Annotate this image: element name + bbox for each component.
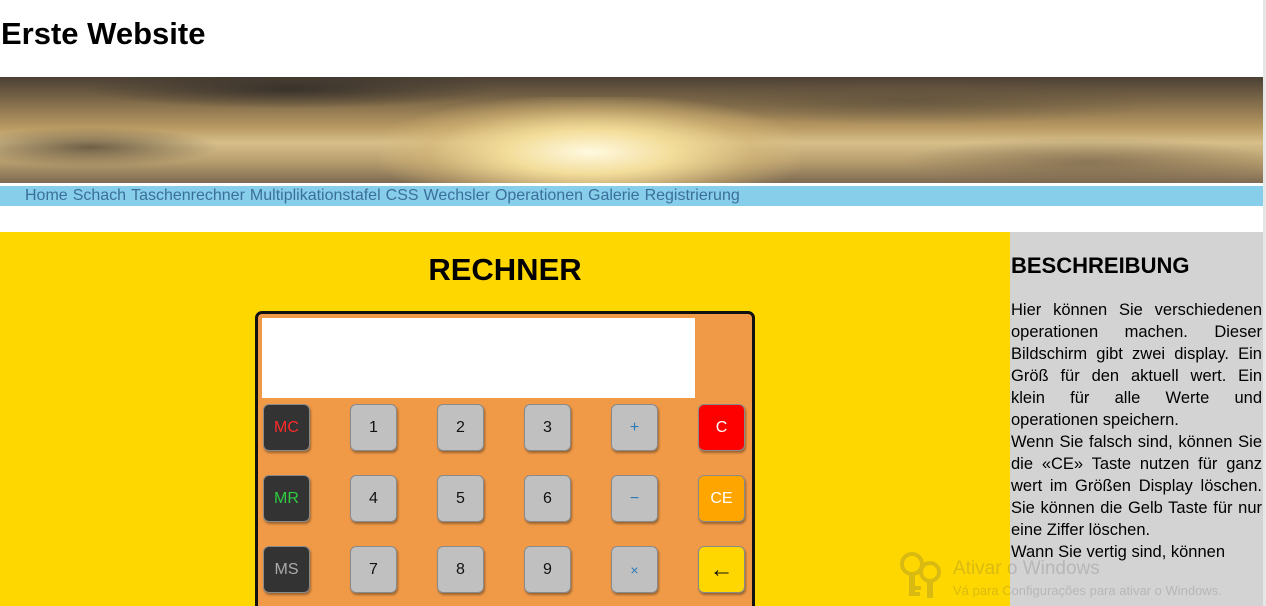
nav-link-multiplikationstafel[interactable]: Multiplikationstafel bbox=[250, 187, 381, 205]
nav-link-galerie[interactable]: Galerie bbox=[588, 187, 640, 205]
site-title: Erste Website bbox=[1, 16, 206, 51]
main-nav: Home Schach Taschenrechner Multiplikatio… bbox=[0, 186, 1263, 206]
clear-entry-button[interactable]: CE bbox=[698, 475, 745, 522]
digit-4-button[interactable]: 4 bbox=[350, 475, 397, 522]
digit-6-button[interactable]: 6 bbox=[524, 475, 571, 522]
nav-link-registrierung[interactable]: Registrierung bbox=[645, 187, 740, 205]
calculator-display[interactable] bbox=[262, 318, 695, 398]
digit-3-button[interactable]: 3 bbox=[524, 404, 571, 451]
nav-link-css[interactable]: CSS bbox=[386, 187, 419, 205]
minus-button[interactable]: − bbox=[611, 475, 658, 522]
memory-recall-button[interactable]: MR bbox=[263, 475, 310, 522]
digit-5-button[interactable]: 5 bbox=[437, 475, 484, 522]
description-paragraph-2: Wenn Sie falsch sind, können Sie die «CE… bbox=[1011, 433, 1262, 539]
clear-button[interactable]: C bbox=[698, 404, 745, 451]
digit-8-button[interactable]: 8 bbox=[437, 546, 484, 593]
description-paragraph-3: Wann Sie vertig sind, können bbox=[1011, 543, 1226, 561]
nav-link-schach[interactable]: Schach bbox=[73, 187, 126, 205]
digit-7-button[interactable]: 7 bbox=[350, 546, 397, 593]
header-banner-image bbox=[0, 77, 1263, 183]
calculator-section: RECHNER MC 1 2 3 + C MR 4 5 6 − CE MS 7 … bbox=[0, 232, 1010, 606]
memory-clear-button[interactable]: MC bbox=[263, 404, 310, 451]
digit-1-button[interactable]: 1 bbox=[350, 404, 397, 451]
digit-2-button[interactable]: 2 bbox=[437, 404, 484, 451]
backspace-button[interactable]: ← bbox=[698, 546, 745, 593]
description-text: Hier können Sie verschiedenen operatione… bbox=[1011, 299, 1262, 563]
nav-link-operationen[interactable]: Operationen bbox=[495, 187, 583, 205]
description-paragraph-1: Hier können Sie verschiedenen operatione… bbox=[1011, 301, 1262, 429]
nav-link-wechsler[interactable]: Wechsler bbox=[424, 187, 490, 205]
nav-link-home[interactable]: Home bbox=[25, 187, 68, 205]
multiply-button[interactable]: × bbox=[611, 546, 658, 593]
description-sidebar: BESCHREIBUNG Hier können Sie verschieden… bbox=[1010, 232, 1263, 606]
description-heading: BESCHREIBUNG bbox=[1011, 253, 1190, 278]
calculator: MC 1 2 3 + C MR 4 5 6 − CE MS 7 8 9 × ← bbox=[255, 311, 755, 606]
memory-store-button[interactable]: MS bbox=[263, 546, 310, 593]
digit-9-button[interactable]: 9 bbox=[524, 546, 571, 593]
plus-button[interactable]: + bbox=[611, 404, 658, 451]
nav-link-taschenrechner[interactable]: Taschenrechner bbox=[131, 187, 245, 205]
calculator-heading: RECHNER bbox=[428, 252, 582, 287]
